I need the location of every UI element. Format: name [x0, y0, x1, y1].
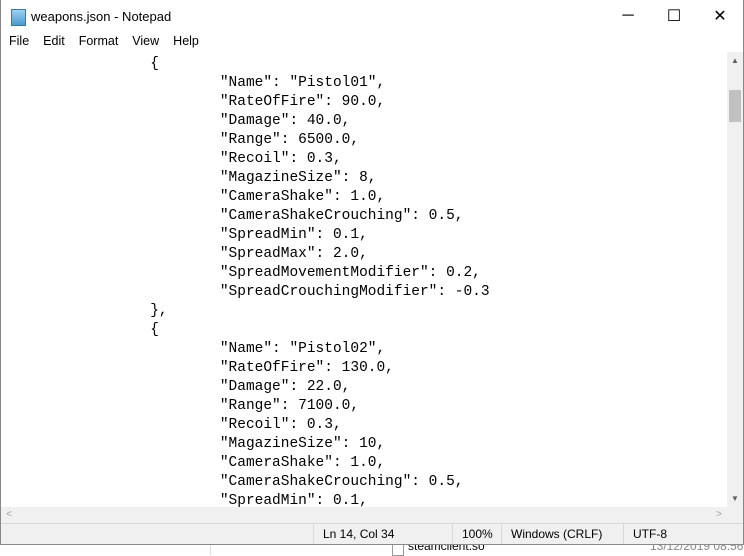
scroll-up-icon[interactable]: ▲ [727, 52, 743, 69]
close-button[interactable]: ✕ [697, 0, 743, 32]
horizontal-scrollbar[interactable]: < > [1, 507, 727, 523]
title-bar[interactable]: weapons.json - Notepad ─ ☐ ✕ [1, 0, 743, 34]
scrollbar-corner [727, 507, 743, 523]
encoding: UTF-8 [623, 524, 733, 544]
editor-content[interactable]: { "Name": "Pistol01", "RateOfFire": 90.0… [1, 52, 727, 507]
vertical-scrollbar[interactable]: ▲ ▼ [727, 52, 743, 507]
menu-help[interactable]: Help [173, 34, 199, 52]
line-ending: Windows (CRLF) [501, 524, 621, 544]
notepad-icon [11, 9, 26, 26]
menu-format[interactable]: Format [79, 34, 119, 52]
status-bar: Ln 14, Col 34 100% Windows (CRLF) UTF-8 [1, 523, 743, 544]
file-checkbox[interactable] [392, 544, 404, 556]
minimize-button[interactable]: ─ [605, 0, 651, 32]
scroll-down-icon[interactable]: ▼ [727, 490, 743, 507]
menu-edit[interactable]: Edit [43, 34, 65, 52]
menu-bar: File Edit Format View Help [1, 34, 743, 52]
window-title: weapons.json - Notepad [31, 9, 172, 24]
cursor-position: Ln 14, Col 34 [313, 524, 453, 544]
notepad-window: weapons.json - Notepad ─ ☐ ✕ File Edit F… [0, 0, 744, 545]
maximize-button[interactable]: ☐ [651, 0, 697, 32]
menu-view[interactable]: View [132, 34, 159, 52]
background-explorer: steamclient.so 13/12/2019 08:56 [0, 539, 744, 556]
text-editor[interactable]: { "Name": "Pistol01", "RateOfFire": 90.0… [1, 52, 727, 507]
scroll-left-icon[interactable]: < [1, 507, 17, 523]
scroll-thumb[interactable] [729, 90, 741, 122]
zoom-level: 100% [452, 524, 502, 544]
menu-file[interactable]: File [9, 34, 29, 52]
scroll-right-icon[interactable]: > [711, 507, 727, 523]
